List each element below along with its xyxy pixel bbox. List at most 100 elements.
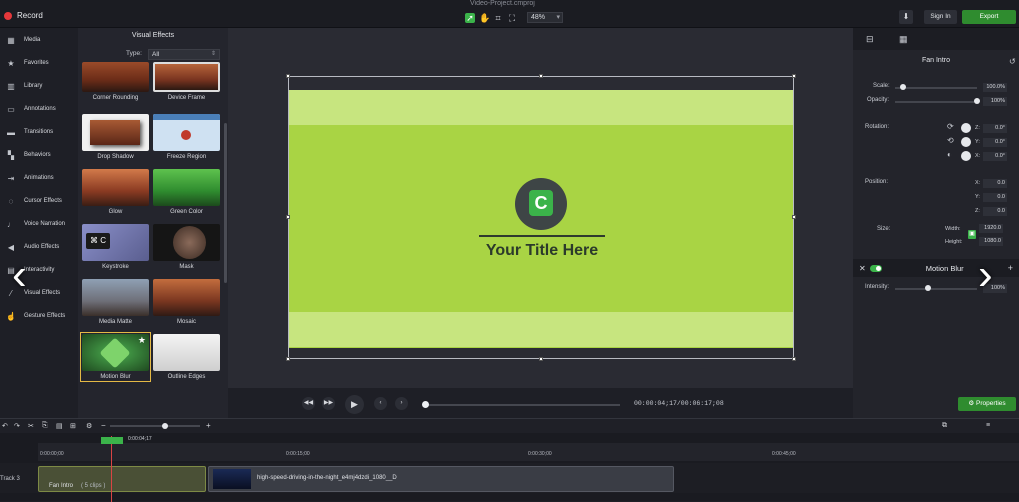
split-icon[interactable]: ⊞ bbox=[70, 422, 76, 430]
previous-slide-arrow-icon[interactable]: ‹ bbox=[12, 253, 27, 297]
next-slide-arrow-icon[interactable]: › bbox=[978, 253, 993, 297]
resize-handle[interactable] bbox=[286, 357, 290, 361]
step-back-icon[interactable]: ◀◀ bbox=[302, 397, 315, 410]
record-button[interactable]: Record bbox=[4, 11, 43, 20]
undo-icon[interactable]: ↶ bbox=[2, 422, 8, 430]
play-icon[interactable]: ▶ bbox=[345, 395, 364, 414]
effect-tile-corner-rounding[interactable]: Corner Rounding bbox=[82, 62, 149, 101]
opacity-knob[interactable] bbox=[974, 98, 980, 104]
add-icon[interactable]: + bbox=[1008, 263, 1013, 273]
canvas-title-text[interactable]: Your Title Here bbox=[439, 242, 645, 260]
time-ruler[interactable]: 0:00:00;00 0:00:15;00 0:00:30;00 0:00:45… bbox=[38, 443, 1019, 461]
clip-video[interactable]: high-speed-driving-in-the-night_e4mj4dzd… bbox=[208, 466, 674, 492]
resize-handle[interactable] bbox=[286, 74, 290, 78]
resize-handle[interactable] bbox=[539, 357, 543, 361]
download-icon[interactable]: ⬇ bbox=[899, 10, 913, 24]
sidebar-item-annotations[interactable]: ▭ Annotations bbox=[0, 100, 78, 118]
scale-knob[interactable] bbox=[900, 84, 907, 90]
effect-tile-drop-shadow[interactable]: Drop Shadow bbox=[82, 114, 149, 160]
effect-tile-keystroke[interactable]: ⌘ C Keystroke bbox=[82, 224, 149, 270]
panel-scrollbar[interactable] bbox=[224, 123, 227, 283]
rotation-z-value[interactable]: 0.0° bbox=[983, 124, 1007, 133]
zoom-in-icon[interactable]: + bbox=[206, 421, 211, 430]
crop-tool-icon[interactable]: ⌗ bbox=[493, 13, 503, 23]
rotation-dial-icon[interactable] bbox=[961, 123, 971, 133]
fit-tool-icon[interactable]: ⛶ bbox=[507, 13, 517, 23]
copy-icon[interactable]: ⎘ bbox=[42, 422, 48, 430]
prev-icon[interactable]: ‹ bbox=[374, 397, 387, 410]
rotation-y-value[interactable]: 0.0° bbox=[983, 138, 1007, 147]
resize-handle[interactable] bbox=[792, 357, 796, 361]
export-button[interactable]: Export bbox=[962, 10, 1016, 24]
intensity-slider[interactable] bbox=[895, 288, 977, 290]
timeline-zoom-knob[interactable] bbox=[162, 423, 168, 429]
scale-value[interactable]: 100.0% bbox=[983, 83, 1007, 92]
sidebar-item-transitions[interactable]: ▬ Transitions bbox=[0, 123, 78, 141]
tab-video-icon[interactable]: ▦ bbox=[899, 34, 908, 45]
sidebar-item-media[interactable]: ▦ Media bbox=[0, 31, 78, 49]
zoom-select[interactable]: 48% bbox=[527, 12, 563, 23]
rotation-dial-icon[interactable] bbox=[961, 137, 971, 147]
clip-fan-intro[interactable]: Fan Intro ( 5 clips ) bbox=[38, 466, 206, 492]
effect-tile-media-matte[interactable]: Media Matte bbox=[82, 279, 149, 325]
resize-handle[interactable] bbox=[792, 74, 796, 78]
sidebar-item-voice-narration[interactable]: ♩ Voice Narration bbox=[0, 215, 78, 233]
video-canvas[interactable]: C Your Title Here bbox=[289, 90, 793, 348]
playback-scrubber[interactable] bbox=[424, 404, 620, 406]
scale-slider[interactable] bbox=[895, 87, 977, 89]
effect-tile-mask[interactable]: Mask bbox=[153, 224, 220, 270]
intensity-knob[interactable] bbox=[924, 285, 931, 291]
cut-icon[interactable]: ✂ bbox=[28, 422, 34, 430]
redo-icon[interactable]: ↷ bbox=[14, 422, 20, 430]
position-x-value[interactable]: 0.0 bbox=[983, 179, 1007, 188]
resize-handle[interactable] bbox=[792, 215, 796, 219]
detach-icon[interactable]: ⧉ bbox=[942, 422, 947, 430]
playhead-flag[interactable] bbox=[101, 437, 123, 444]
effect-tile-freeze-region[interactable]: Freeze Region bbox=[153, 114, 220, 160]
height-value[interactable]: 1080.0 bbox=[979, 237, 1003, 246]
width-value[interactable]: 1920.0 bbox=[979, 224, 1003, 233]
playhead[interactable] bbox=[111, 436, 112, 502]
rotation-x-value[interactable]: 0.0° bbox=[983, 152, 1007, 161]
sidebar-item-gesture-effects[interactable]: ☝ Gesture Effects bbox=[0, 307, 78, 325]
scrubber-knob[interactable] bbox=[422, 401, 429, 408]
sidebar-item-animations[interactable]: ⇥ Animations bbox=[0, 169, 78, 187]
remove-effect-icon[interactable]: ✕ bbox=[859, 264, 866, 273]
resize-handle[interactable] bbox=[286, 215, 290, 219]
paste-icon[interactable]: ▤ bbox=[56, 422, 63, 430]
opacity-value[interactable]: 100% bbox=[983, 97, 1007, 106]
aspect-lock-icon[interactable]: ▣ bbox=[968, 230, 976, 239]
sidebar-item-favorites[interactable]: ★ Favorites bbox=[0, 54, 78, 72]
effect-thumbnail bbox=[153, 334, 220, 371]
timeline-zoom-slider[interactable] bbox=[110, 425, 200, 427]
settings-icon[interactable]: ⚙ bbox=[86, 422, 92, 430]
more-icon[interactable]: ≡ bbox=[986, 422, 990, 429]
effect-tile-motion-blur[interactable]: ★ Motion Blur bbox=[80, 332, 151, 382]
favorite-star-icon[interactable]: ★ bbox=[138, 335, 146, 346]
type-select[interactable]: All bbox=[148, 49, 220, 60]
pan-tool-icon[interactable]: ✋ bbox=[479, 13, 490, 23]
next-icon[interactable]: › bbox=[395, 397, 408, 410]
step-forward-icon[interactable]: ▶▶ bbox=[322, 397, 335, 410]
sidebar-item-cursor-effects[interactable]: ◌ Cursor Effects bbox=[0, 192, 78, 210]
position-z-value[interactable]: 0.0 bbox=[983, 207, 1007, 216]
sign-in-button[interactable]: Sign In bbox=[924, 10, 957, 24]
effect-tile-green-color[interactable]: Green Color bbox=[153, 169, 220, 215]
properties-button[interactable]: ⚙ Properties bbox=[958, 397, 1016, 411]
position-y-value[interactable]: 0.0 bbox=[983, 193, 1007, 202]
zoom-out-icon[interactable]: − bbox=[101, 421, 106, 430]
effect-tile-glow[interactable]: Glow bbox=[82, 169, 149, 215]
reset-icon[interactable]: ↺ bbox=[1009, 57, 1016, 66]
opacity-slider[interactable] bbox=[895, 101, 977, 103]
effect-tile-outline-edges[interactable]: Outline Edges bbox=[153, 334, 220, 380]
effect-tile-mosaic[interactable]: Mosaic bbox=[153, 279, 220, 325]
rotation-dial-icon[interactable] bbox=[961, 151, 971, 161]
logo-circle[interactable]: C bbox=[515, 178, 567, 230]
tab-visual-icon[interactable]: ⊟ bbox=[866, 34, 874, 45]
sidebar-item-library[interactable]: ▥ Library bbox=[0, 77, 78, 95]
sidebar-item-behaviors[interactable]: ▚ Behaviors bbox=[0, 146, 78, 164]
effect-tile-device-frame[interactable]: Device Frame bbox=[153, 62, 220, 101]
effect-toggle[interactable] bbox=[869, 264, 882, 272]
select-tool-icon[interactable]: ➚ bbox=[465, 12, 475, 23]
resize-handle[interactable] bbox=[539, 74, 543, 78]
